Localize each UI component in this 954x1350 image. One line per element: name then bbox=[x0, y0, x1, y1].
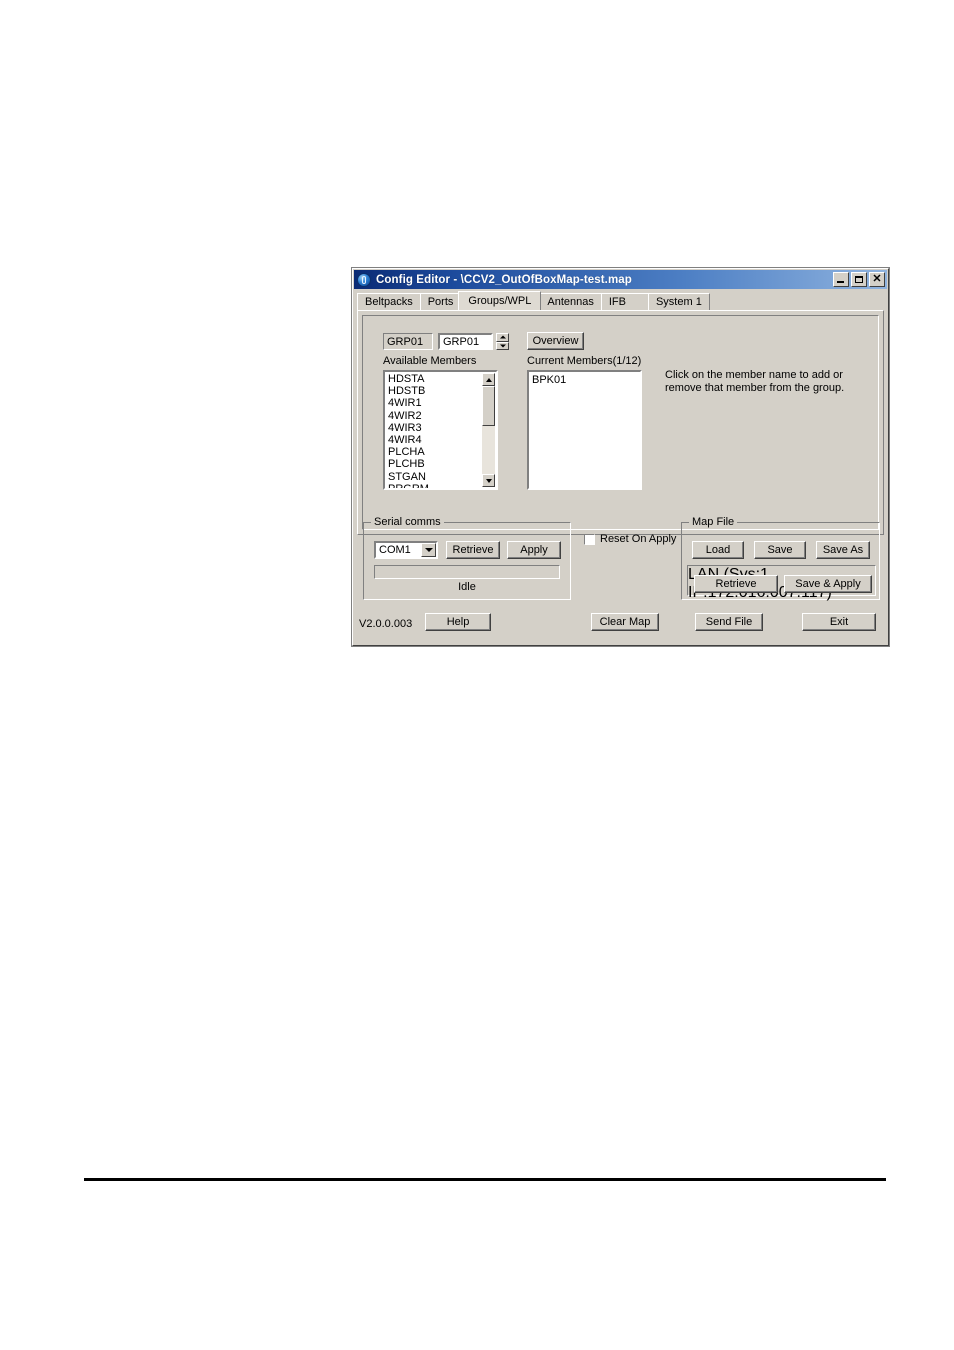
list-item[interactable]: HDSTB bbox=[387, 385, 481, 397]
checkbox-icon[interactable] bbox=[584, 533, 595, 545]
map-save-as-button[interactable]: Save As bbox=[816, 541, 870, 559]
map-save-button[interactable]: Save bbox=[754, 541, 806, 559]
tab-beltpacks[interactable]: Beltpacks bbox=[357, 293, 421, 310]
list-item[interactable]: 4WIR3 bbox=[387, 422, 481, 434]
list-item[interactable]: 4WIR2 bbox=[387, 410, 481, 422]
tab-ports[interactable]: Ports bbox=[419, 293, 462, 310]
exit-button[interactable]: Exit bbox=[802, 613, 876, 631]
window-title: Config Editor - \CCV2_OutOfBoxMap-test.m… bbox=[376, 273, 632, 286]
member-hint-text: Click on the member name to add or remov… bbox=[665, 369, 845, 394]
tab-antennas[interactable]: Antennas bbox=[539, 293, 602, 310]
available-members-label: Available Members bbox=[383, 355, 477, 367]
groups-wpl-panel: GRP01 GRP01 Overview Available Members C… bbox=[357, 310, 884, 535]
minimize-icon[interactable] bbox=[833, 272, 849, 287]
serial-retrieve-button[interactable]: Retrieve bbox=[446, 541, 500, 559]
scrollbar-track[interactable] bbox=[482, 386, 495, 474]
group-id-input[interactable]: GRP01 bbox=[438, 333, 493, 350]
list-item[interactable]: BPK01 bbox=[532, 374, 566, 386]
serial-apply-button[interactable]: Apply bbox=[507, 541, 561, 559]
map-load-button[interactable]: Load bbox=[692, 541, 744, 559]
help-button[interactable]: Help bbox=[425, 613, 491, 631]
reset-on-apply-checkbox[interactable]: Reset On Apply bbox=[584, 533, 676, 545]
version-label: V2.0.0.003 bbox=[359, 618, 413, 630]
scroll-up-icon[interactable] bbox=[482, 373, 495, 386]
panel-inner-border: GRP01 GRP01 Overview Available Members C… bbox=[362, 315, 879, 530]
document-page: Config Editor - \CCV2_OutOfBoxMap-test.m… bbox=[0, 0, 954, 1350]
spinner-up-icon[interactable] bbox=[496, 333, 509, 342]
list-item[interactable]: PLCHB bbox=[387, 458, 481, 470]
map-file-group: Map File Load Save Save As LAN (Sys:1 IP… bbox=[681, 516, 880, 601]
window-title-bar[interactable]: Config Editor - \CCV2_OutOfBoxMap-test.m… bbox=[354, 270, 887, 289]
list-item[interactable]: STGAN bbox=[387, 471, 481, 483]
lan-retrieve-button[interactable]: Retrieve bbox=[694, 575, 778, 593]
list-item[interactable]: HDSTA bbox=[387, 373, 481, 385]
group-id-spinner[interactable] bbox=[496, 333, 509, 350]
current-members-listbox[interactable]: BPK01 bbox=[527, 370, 642, 490]
lan-group: LAN (Sys:1 IP:172.016.007.117) Retrieve … bbox=[687, 565, 876, 601]
serial-progress-bar bbox=[374, 565, 560, 579]
scroll-down-icon[interactable] bbox=[482, 474, 495, 487]
config-editor-window: Config Editor - \CCV2_OutOfBoxMap-test.m… bbox=[352, 268, 889, 646]
overview-button[interactable]: Overview bbox=[527, 332, 584, 350]
serial-comms-title: Serial comms bbox=[371, 516, 444, 528]
group-id-readonly-field: GRP01 bbox=[383, 333, 433, 350]
tab-ifb[interactable]: IFB bbox=[600, 293, 649, 310]
reset-on-apply-label: Reset On Apply bbox=[600, 533, 677, 545]
list-item[interactable]: PLCHA bbox=[387, 446, 481, 458]
serial-comms-group: Serial comms COM1 Retrieve Apply Idle bbox=[363, 516, 571, 600]
lan-save-and-apply-button[interactable]: Save & Apply bbox=[784, 575, 872, 593]
com-port-select[interactable]: COM1 bbox=[374, 541, 438, 559]
tab-strip: Beltpacks Ports Groups/WPL Antennas IFB … bbox=[357, 291, 884, 310]
close-icon[interactable]: ✕ bbox=[869, 272, 885, 287]
tab-groups-wpl[interactable]: Groups/WPL bbox=[458, 291, 542, 310]
tab-system-1[interactable]: System 1 bbox=[647, 293, 710, 310]
current-members-label: Current Members(1/12) bbox=[527, 355, 642, 367]
list-item[interactable]: 4WIR1 bbox=[387, 397, 481, 409]
list-item[interactable]: PRGRM bbox=[387, 483, 481, 488]
available-members-items: HDSTA HDSTB 4WIR1 4WIR2 4WIR3 4WIR4 PLCH… bbox=[387, 373, 481, 488]
list-item[interactable]: 4WIR4 bbox=[387, 434, 481, 446]
serial-status-text: Idle bbox=[458, 581, 476, 593]
map-file-title: Map File bbox=[689, 516, 738, 528]
clear-map-button[interactable]: Clear Map bbox=[591, 613, 659, 631]
send-file-button[interactable]: Send File bbox=[695, 613, 763, 631]
available-members-scrollbar[interactable] bbox=[482, 373, 495, 487]
spinner-down-icon[interactable] bbox=[496, 341, 509, 350]
page-footer-rule bbox=[84, 1178, 886, 1181]
app-globe-icon bbox=[357, 272, 371, 287]
window-controls: ✕ bbox=[833, 272, 885, 287]
scrollbar-thumb[interactable] bbox=[482, 386, 495, 426]
com-port-value: COM1 bbox=[379, 544, 411, 556]
current-members-items: BPK01 bbox=[532, 374, 566, 386]
chevron-down-icon[interactable] bbox=[421, 543, 436, 557]
available-members-listbox[interactable]: HDSTA HDSTB 4WIR1 4WIR2 4WIR3 4WIR4 PLCH… bbox=[383, 370, 498, 490]
maximize-icon[interactable] bbox=[851, 272, 867, 287]
